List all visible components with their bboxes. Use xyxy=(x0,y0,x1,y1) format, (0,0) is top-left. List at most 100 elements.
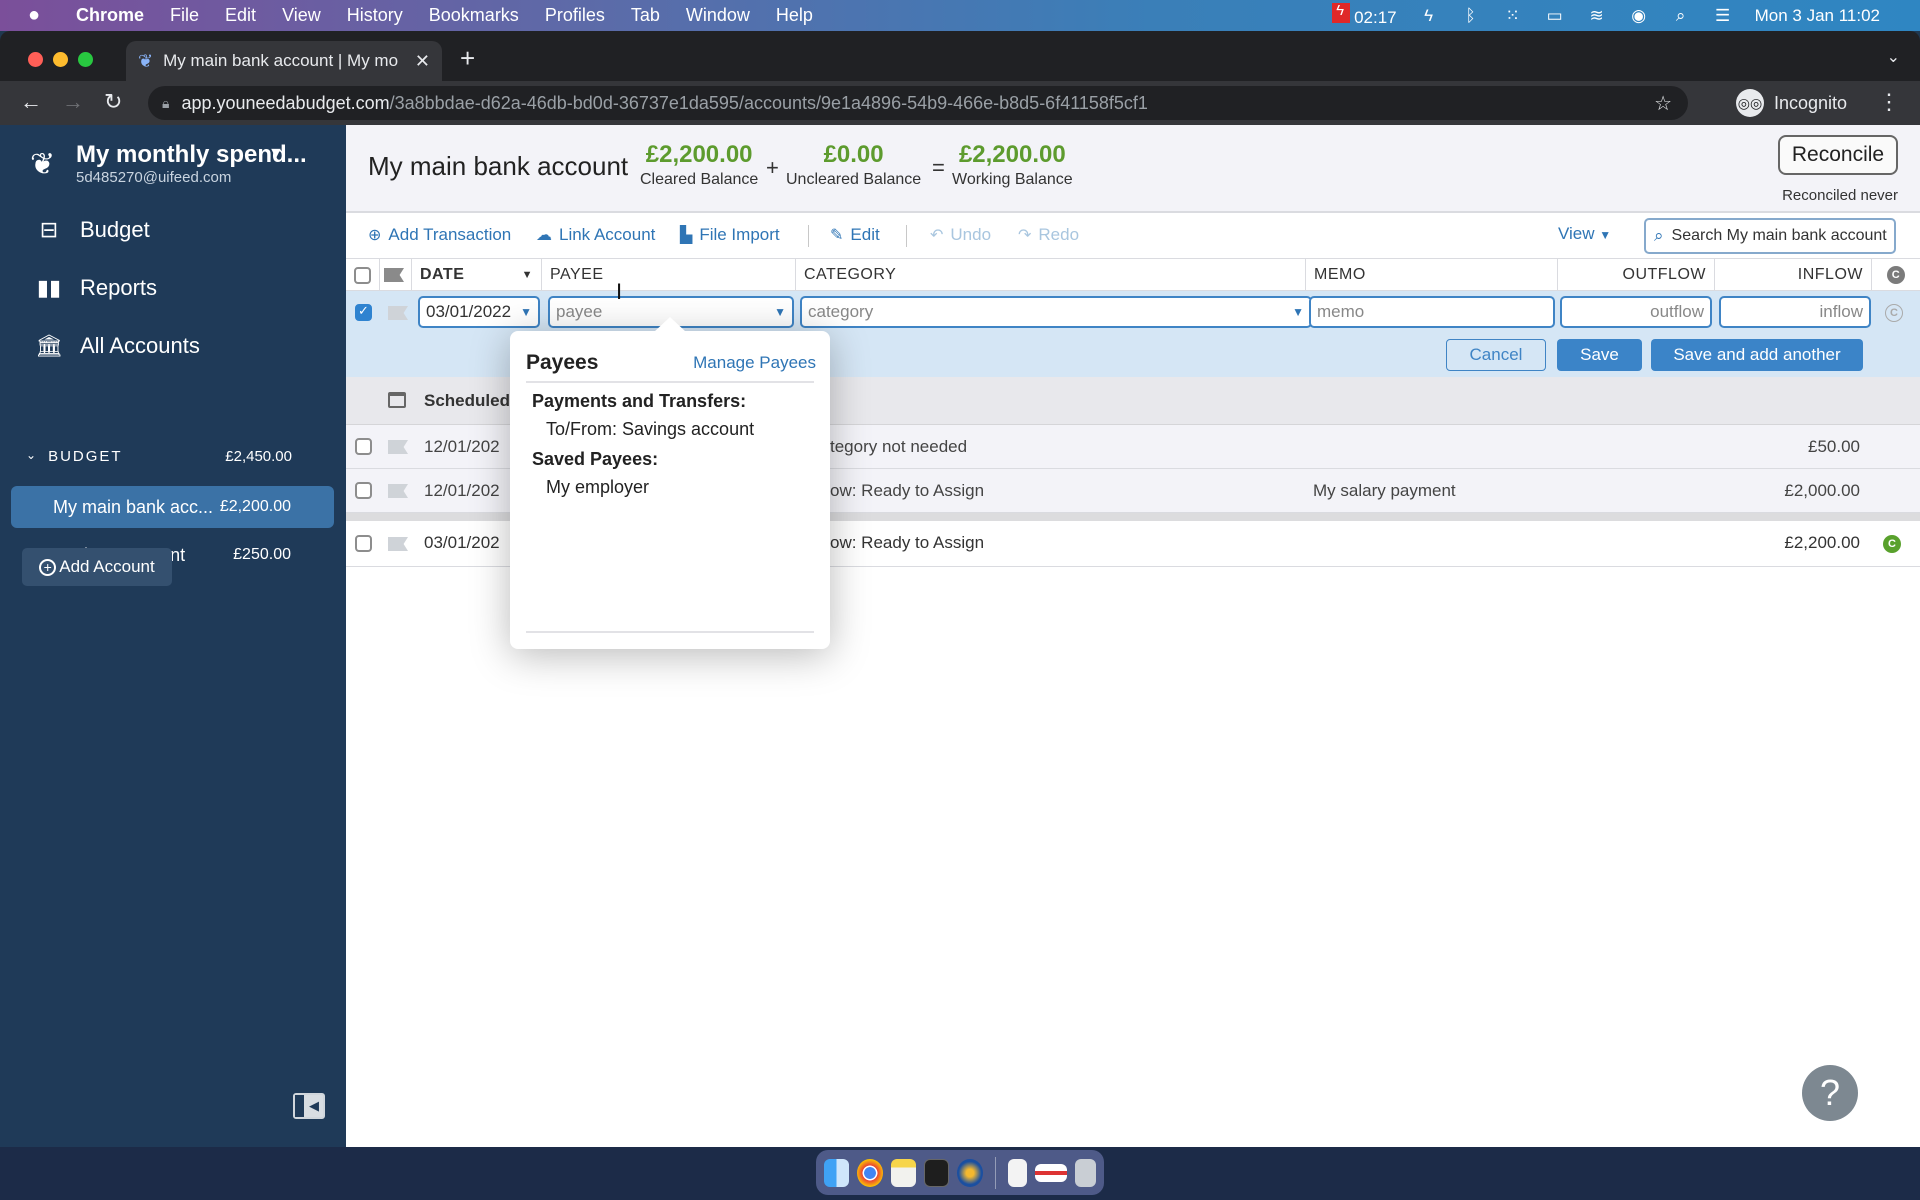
account-group-budget[interactable]: ⌄ BUDGET £2,450.00 xyxy=(26,448,292,465)
caret-down-icon: ▼ xyxy=(1292,305,1304,319)
column-header-outflow[interactable]: OUTFLOW xyxy=(1558,259,1715,291)
recording-indicator[interactable]: 02:17 xyxy=(1332,2,1397,28)
menu-history[interactable]: History xyxy=(347,5,403,26)
payee-option-my-employer[interactable]: My employer xyxy=(546,477,649,498)
menu-file[interactable]: File xyxy=(170,5,199,26)
budget-switcher[interactable]: ❦ My monthly spend... 5d485270@uifeed.co… xyxy=(30,141,307,186)
column-header-category[interactable]: CATEGORY xyxy=(796,259,1306,291)
screenshot-window-icon[interactable] xyxy=(1035,1163,1067,1182)
add-transaction-button[interactable]: ⊕ Add Transaction xyxy=(368,225,511,245)
file-import-button[interactable]: ▙ File Import xyxy=(680,225,780,245)
menu-view[interactable]: View xyxy=(282,5,321,26)
sidebar-item-all-accounts[interactable]: 🏛︎ All Accounts xyxy=(34,333,200,359)
undo-label: Undo xyxy=(950,225,992,244)
bolt-icon[interactable]: ϟ xyxy=(1419,6,1439,26)
cancel-button[interactable]: Cancel xyxy=(1446,339,1546,371)
transaction-memo: My salary payment xyxy=(1313,481,1456,500)
document-icon[interactable] xyxy=(1007,1158,1028,1187)
help-button[interactable]: ? xyxy=(1802,1065,1858,1121)
search-input[interactable]: ⌕ Search My main bank account xyxy=(1644,218,1896,254)
flag-icon[interactable] xyxy=(388,484,408,498)
minimize-window-button[interactable] xyxy=(53,52,68,67)
payee-option-savings-transfer[interactable]: To/From: Savings account xyxy=(546,419,754,440)
bookmark-star-icon[interactable]: ☆ xyxy=(1654,91,1672,116)
menu-window[interactable]: Window xyxy=(686,5,750,26)
row-checkbox[interactable] xyxy=(355,438,372,455)
terminal-icon[interactable] xyxy=(924,1158,950,1187)
menu-edit[interactable]: Edit xyxy=(225,5,256,26)
menu-clock[interactable]: Mon 3 Jan 11:02 xyxy=(1755,6,1880,26)
address-bar[interactable]: 🔒︎ app.youneedabudget.com/3a8bbdae-d62a-… xyxy=(148,86,1688,120)
column-header-payee[interactable]: PAYEE xyxy=(542,259,796,291)
save-and-add-another-button[interactable]: Save and add another xyxy=(1651,339,1863,371)
browser-tab[interactable]: ❦ My main bank account | My mo ✕ xyxy=(126,41,442,81)
edit-button[interactable]: ✎ Edit xyxy=(830,225,880,245)
view-menu-button[interactable]: View ▼ xyxy=(1558,224,1611,244)
category-input[interactable]: category ▼ xyxy=(800,296,1312,328)
flag-icon[interactable] xyxy=(384,268,404,282)
close-tab-icon[interactable]: ✕ xyxy=(415,51,430,72)
menu-help[interactable]: Help xyxy=(776,5,813,26)
new-tab-button[interactable]: + xyxy=(460,43,475,74)
undo-button[interactable]: ↶ Undo xyxy=(930,225,991,245)
row-checkbox[interactable] xyxy=(355,535,372,552)
cleared-toggle[interactable]: C xyxy=(1885,304,1903,322)
flag-icon[interactable] xyxy=(388,440,408,454)
redo-button[interactable]: ↷ Redo xyxy=(1018,225,1079,245)
payee-section-heading: Saved Payees: xyxy=(532,449,659,469)
column-header-inflow[interactable]: INFLOW xyxy=(1715,259,1872,291)
sidebar-item-reports[interactable]: ▮▮ Reports xyxy=(34,275,157,301)
apple-menu-icon[interactable]: ● xyxy=(28,4,48,27)
trash-icon[interactable] xyxy=(1074,1158,1096,1187)
register-column-headers: DATE ▼ PAYEE CATEGORY MEMO OUTFLOW INFLOW… xyxy=(346,259,1920,291)
back-button[interactable]: ← xyxy=(20,89,42,115)
inflow-input[interactable]: inflow xyxy=(1719,296,1871,328)
popover-divider xyxy=(526,631,814,633)
add-account-button[interactable]: + Add Account xyxy=(22,548,172,586)
sidebar-item-budget[interactable]: ⊟ Budget xyxy=(34,217,150,243)
memo-input[interactable]: memo xyxy=(1309,296,1555,328)
column-header-memo[interactable]: MEMO xyxy=(1306,259,1558,291)
reconcile-button[interactable]: Reconcile xyxy=(1778,135,1898,175)
transaction-date: 12/01/202 xyxy=(424,437,500,456)
outflow-input[interactable]: outflow xyxy=(1560,296,1712,328)
sidebar-account-main-bank[interactable]: My main bank acc... £2,200.00 xyxy=(11,486,334,528)
menu-profiles[interactable]: Profiles xyxy=(545,5,605,26)
column-header-date[interactable]: DATE ▼ xyxy=(412,259,542,291)
row-checkbox[interactable] xyxy=(355,303,372,321)
flag-icon[interactable] xyxy=(388,306,408,320)
collapse-sidebar-button[interactable]: ◀ xyxy=(293,1093,325,1119)
flag-column-header xyxy=(380,259,412,291)
wifi-icon[interactable]: ≋ xyxy=(1587,6,1607,26)
menu-chrome[interactable]: Chrome xyxy=(76,5,144,26)
menu-bookmarks[interactable]: Bookmarks xyxy=(429,5,519,26)
tab-search-chevron-icon[interactable]: ⌄ xyxy=(1887,47,1900,67)
finder-icon[interactable] xyxy=(824,1158,850,1187)
control-icon[interactable]: ⁙ xyxy=(1503,6,1523,26)
menu-tab[interactable]: Tab xyxy=(631,5,660,26)
user-icon[interactable]: ◉ xyxy=(1629,6,1649,26)
incognito-profile-button[interactable]: ◎◎ Incognito xyxy=(1736,86,1847,120)
flag-icon[interactable] xyxy=(388,537,408,551)
chrome-menu-icon[interactable]: ⋮ xyxy=(1878,89,1900,115)
battery-icon[interactable]: ▭ xyxy=(1545,6,1565,26)
save-button[interactable]: Save xyxy=(1557,339,1642,371)
cleared-status-icon[interactable]: C xyxy=(1883,535,1901,553)
transaction-date: 12/01/202 xyxy=(424,481,500,500)
row-checkbox[interactable] xyxy=(355,482,372,499)
control-center-icon[interactable]: ☰ xyxy=(1713,6,1733,26)
link-account-button[interactable]: ☁ Link Account xyxy=(536,225,655,245)
budget-menu-caret-icon[interactable]: ▼ xyxy=(268,145,284,163)
reeder-icon[interactable] xyxy=(957,1158,983,1187)
reload-button[interactable]: ↻ xyxy=(104,89,122,115)
notes-icon[interactable] xyxy=(890,1158,917,1187)
close-window-button[interactable] xyxy=(28,52,43,67)
chrome-icon[interactable] xyxy=(857,1158,883,1187)
maximize-window-button[interactable] xyxy=(78,52,93,67)
spotlight-search-icon[interactable]: ⌕ xyxy=(1671,6,1691,26)
bluetooth-icon[interactable]: ᛒ xyxy=(1461,6,1481,26)
date-input[interactable]: 03/01/2022 ▼ xyxy=(418,296,540,328)
select-all-checkbox[interactable] xyxy=(354,266,371,284)
forward-button[interactable]: → xyxy=(62,89,84,115)
manage-payees-link[interactable]: Manage Payees xyxy=(693,353,816,373)
